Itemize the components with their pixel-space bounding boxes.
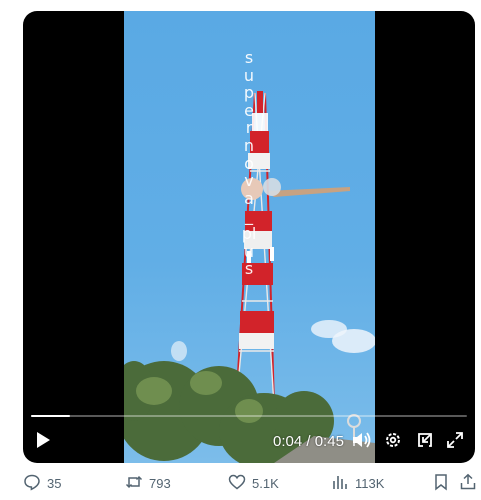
volume-button[interactable] xyxy=(350,429,374,455)
fullscreen-button[interactable] xyxy=(443,429,467,455)
duration: 0:45 xyxy=(314,433,344,450)
volume-icon xyxy=(352,431,372,454)
views-count: 113K xyxy=(355,476,385,491)
time-separator: / xyxy=(302,433,315,450)
bookmark-button[interactable] xyxy=(432,473,450,496)
repost-icon xyxy=(125,473,149,494)
reply-button[interactable]: 35 xyxy=(23,473,61,494)
picture-in-picture-button[interactable] xyxy=(413,429,437,455)
video-progress-fill xyxy=(31,415,70,417)
video-player[interactable]: supernova_plus 0:04 / 0:45 xyxy=(23,11,475,463)
current-time: 0:04 xyxy=(273,433,303,450)
settings-button[interactable] xyxy=(381,429,405,455)
views-button[interactable]: 113K xyxy=(331,473,384,494)
repost-button[interactable]: 793 xyxy=(125,473,171,494)
video-watermark: supernova_plus xyxy=(241,48,257,279)
fullscreen-icon xyxy=(446,431,464,454)
play-icon xyxy=(35,431,51,454)
video-progress-bar[interactable] xyxy=(31,415,467,417)
bookmark-icon xyxy=(432,474,450,495)
settings-gear-icon xyxy=(384,431,402,454)
video-frame: supernova_plus xyxy=(124,11,375,463)
reply-count: 35 xyxy=(47,476,62,491)
reply-icon xyxy=(23,473,47,494)
views-icon xyxy=(331,473,355,494)
like-icon xyxy=(228,473,252,494)
video-time: 0:04 / 0:45 xyxy=(273,433,344,450)
share-icon xyxy=(459,473,477,495)
like-button[interactable]: 5.1K xyxy=(228,473,279,494)
share-button[interactable] xyxy=(459,473,477,496)
repost-count: 793 xyxy=(149,476,171,491)
exit-icon xyxy=(416,431,434,454)
like-count: 5.1K xyxy=(252,476,279,491)
play-button[interactable] xyxy=(31,429,55,455)
tweet-action-bar: 35 793 5.1K 113K xyxy=(0,470,481,496)
